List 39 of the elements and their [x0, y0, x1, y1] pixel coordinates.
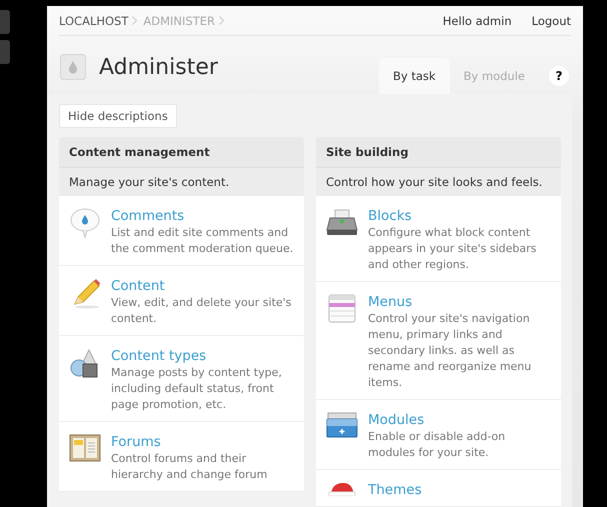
help-button[interactable]: ?	[549, 66, 569, 86]
chevron-icon	[132, 16, 138, 26]
chevron-icon	[219, 16, 224, 26]
side-tab[interactable]	[0, 40, 10, 64]
admin-link[interactable]: Content types	[111, 348, 296, 364]
tab[interactable]: By task	[378, 58, 450, 94]
admin-link[interactable]: Menus	[368, 294, 553, 310]
hat-icon	[327, 482, 357, 496]
section-description: Manage your site's content.	[59, 168, 304, 196]
drop-logo-icon	[60, 54, 86, 80]
tab[interactable]: By module	[450, 58, 539, 94]
admin-link[interactable]: Blocks	[368, 208, 553, 224]
item-description: Control your site's navigation menu, primary links and secondary links. as well as rename and reorganize menu items.	[368, 311, 532, 391]
item-description: View, edit, and delete your site's content.	[111, 295, 292, 327]
item-description: Control forums and their hierarchy and change forum	[111, 451, 268, 483]
page-title: Administer	[99, 54, 218, 80]
tray-icon	[326, 208, 358, 238]
section-description: Control how your site looks and feels.	[316, 168, 561, 196]
item-description: Enable or disable add-on modules for your site.	[368, 429, 506, 461]
admin-link[interactable]: Comments	[111, 208, 296, 224]
speech-bubble-icon	[70, 208, 100, 240]
side-tab[interactable]	[0, 10, 10, 34]
user-link[interactable]: Hello admin	[442, 14, 512, 28]
toolbox-icon	[326, 412, 358, 438]
hide-descriptions-button[interactable]: Hide descriptions	[59, 104, 177, 128]
admin-link[interactable]: Themes	[368, 482, 422, 498]
item-description: Configure what block content appears in your site's sidebars and other regions.	[368, 225, 538, 273]
bulletin-board-icon	[69, 434, 101, 462]
breadcrumb-link[interactable]: ADMINISTER	[143, 14, 216, 28]
admin-link[interactable]: Content	[111, 278, 296, 294]
user-link[interactable]: Logout	[532, 14, 571, 28]
item-description: Manage posts by content type, including default status, front page promotion, etc.	[111, 365, 283, 413]
breadcrumb-link[interactable]: LOCALHOST	[59, 14, 128, 28]
item-description: List and edit site comments and the comment moderation queue.	[111, 225, 294, 257]
admin-link[interactable]: Modules	[368, 412, 553, 428]
menu-window-icon	[328, 294, 356, 324]
section-title: Content management	[59, 137, 304, 168]
section-title: Site building	[316, 137, 561, 168]
admin-link[interactable]: Forums	[111, 434, 296, 450]
